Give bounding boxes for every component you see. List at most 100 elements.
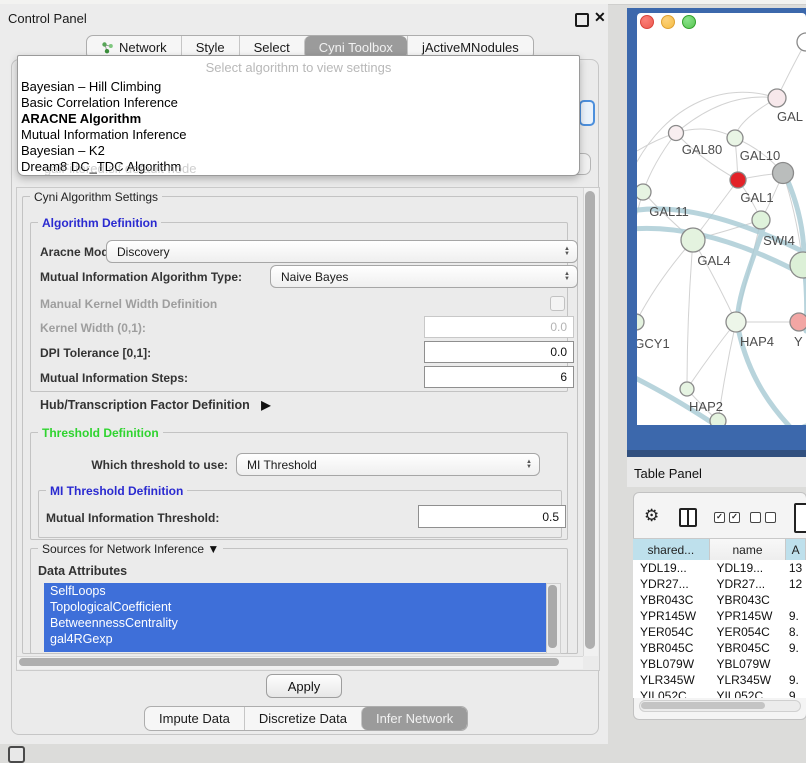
table-mode-icon[interactable]	[794, 503, 806, 533]
node-label-y: Y	[794, 334, 803, 349]
algorithm-option-bayesian-hill-climbing[interactable]: Bayesian – Hill Climbing	[21, 79, 161, 95]
algorithm-dropdown-list: Select algorithm to view settings Bayesi…	[17, 55, 580, 176]
network-node[interactable]	[790, 252, 806, 278]
algorithm-option-mutual-information-inference[interactable]: Mutual Information Inference	[21, 127, 186, 143]
network-node-gcy1[interactable]	[637, 314, 644, 330]
which-threshold-select[interactable]: MI Threshold ▲▼	[236, 453, 540, 476]
table-cell: 9.	[786, 688, 806, 698]
table-cell: YBR043C	[709, 592, 785, 608]
network-node-hap4[interactable]	[726, 312, 746, 332]
algorithm-option-bayesian-k2[interactable]: Bayesian – K2	[21, 143, 105, 159]
node-label-gal1: GAL1	[740, 190, 773, 205]
table-cell: YER054C	[709, 624, 785, 640]
table-cell: YIL052C	[709, 688, 785, 698]
settings-vertical-scrollbar-thumb[interactable]	[585, 191, 595, 649]
gear-icon[interactable]: ⚙	[644, 506, 659, 526]
table-row[interactable]: YPR145WYPR145W9.	[633, 608, 806, 624]
column-header-a[interactable]: A	[786, 538, 806, 560]
mi-threshold-field[interactable]: 0.5	[418, 505, 566, 528]
table-row[interactable]: YDL19...YDL19...13	[633, 560, 806, 576]
tab-infer-network[interactable]: Infer Network	[361, 707, 467, 730]
settings-horizontal-scrollbar-thumb[interactable]	[19, 658, 559, 666]
expand-right-icon[interactable]: ▶	[261, 398, 270, 412]
attribute-item-gal4rgexp[interactable]: gal4RGexp	[44, 631, 546, 647]
mi-algorithm-type-label: Mutual Information Algorithm Type:	[40, 270, 242, 284]
network-node-gal[interactable]	[768, 89, 786, 107]
float-panel-icon[interactable]	[575, 13, 589, 27]
attributes-list-scrollbar-thumb[interactable]	[548, 585, 557, 648]
close-traffic-light[interactable]	[640, 15, 654, 29]
tab-discretize-data[interactable]: Discretize Data	[244, 707, 361, 730]
attribute-item-selfloops[interactable]: SelfLoops	[44, 583, 546, 599]
apply-button[interactable]: Apply	[266, 674, 342, 698]
algorithm-option-aracne-algorithm[interactable]: ARACNE Algorithm	[21, 111, 141, 127]
network-node-hap2[interactable]	[680, 382, 694, 396]
node-label-gal: GAL	[777, 109, 803, 124]
table-row[interactable]: YDR27...YDR27...12	[633, 576, 806, 592]
dock-panel-icon[interactable]	[8, 746, 25, 763]
which-threshold-label: Which threshold to use:	[84, 458, 228, 472]
node-label-gcy1: GCY1	[637, 336, 670, 351]
network-canvas[interactable]: GALGAL80GAL10GAL1GAL11SWI4GAL4GCY1HAP4YH…	[637, 31, 806, 425]
manual-kernel-width-checkbox[interactable]	[550, 296, 565, 311]
network-node[interactable]	[710, 413, 726, 425]
show-columns-icon[interactable]: ✓✓	[714, 512, 740, 523]
column-header-shared[interactable]: shared...	[633, 538, 710, 560]
column-header-name[interactable]: name	[710, 538, 787, 560]
node-label-swi4: SWI4	[763, 233, 795, 248]
network-node[interactable]	[797, 33, 806, 51]
table-cell: YBL079W	[633, 656, 709, 672]
table-row[interactable]: YBL079WYBL079W	[633, 656, 806, 672]
mi-steps-field[interactable]: 6	[424, 366, 574, 388]
kernel-width-label: Kernel Width (0,1):	[40, 321, 146, 335]
hide-columns-icon[interactable]	[750, 512, 776, 523]
table-row[interactable]: YER054CYER054C8.	[633, 624, 806, 640]
table-cell: YBR045C	[633, 640, 709, 656]
table-cell: 13	[786, 560, 806, 576]
table-horizontal-scrollbar-thumb[interactable]	[641, 702, 765, 709]
aracne-mode-value: Discovery	[117, 245, 170, 259]
attribute-item-betweennesscentrality[interactable]: BetweennessCentrality	[44, 615, 546, 631]
tab-impute-data[interactable]: Impute Data	[145, 707, 244, 730]
dpi-tolerance-field[interactable]: 0.0	[424, 341, 574, 363]
attribute-item-topologicalcoefficient[interactable]: TopologicalCoefficient	[44, 599, 546, 615]
hub-definition-label: Hub/Transcription Factor Definition	[40, 398, 250, 412]
network-node-gal1[interactable]	[730, 172, 746, 188]
network-node[interactable]	[773, 163, 794, 184]
table-row[interactable]: YBR043CYBR043C	[633, 592, 806, 608]
aracne-mode-select[interactable]: Discovery ▲▼	[106, 240, 578, 263]
close-icon[interactable]: ✕	[594, 9, 606, 26]
minimize-traffic-light[interactable]	[661, 15, 675, 29]
table-row[interactable]: YBR045CYBR045C9.	[633, 640, 806, 656]
network-node-y[interactable]	[790, 313, 806, 331]
data-attributes-list[interactable]: SelfLoopsTopologicalCoefficientBetweenne…	[44, 583, 546, 652]
data-attributes-label: Data Attributes	[38, 564, 127, 578]
table-row[interactable]: YLR345WYLR345W9.	[633, 672, 806, 688]
network-node-swi4[interactable]	[752, 211, 770, 229]
network-node-gal4[interactable]	[681, 228, 705, 252]
table-panel-title: Table Panel	[634, 466, 702, 481]
table-cell: YDL19...	[709, 560, 785, 576]
mi-algorithm-type-value: Naive Bayes	[281, 270, 348, 284]
columns-icon[interactable]	[679, 508, 697, 527]
node-label-hap4: HAP4	[740, 334, 774, 349]
mi-algorithm-type-select[interactable]: Naive Bayes ▲▼	[270, 265, 578, 288]
algorithm-option-basic-correlation-inference[interactable]: Basic Correlation Inference	[21, 95, 178, 111]
network-node-gal80[interactable]	[669, 126, 684, 141]
algorithm-definition-title: Algorithm Definition	[38, 216, 161, 230]
table-cell: YLR345W	[633, 672, 709, 688]
table-cell	[786, 656, 806, 672]
mi-threshold-definition-title: MI Threshold Definition	[46, 484, 187, 498]
hub-definition-toggle[interactable]: Hub/Transcription Factor Definition ▶	[40, 398, 270, 412]
network-node-gal10[interactable]	[727, 130, 743, 146]
kernel-width-field[interactable]: 0.0	[424, 316, 574, 338]
spinner-arrows-icon: ▲▼	[564, 247, 570, 257]
table-cell: YDR27...	[633, 576, 709, 592]
table-cell: 9.	[786, 608, 806, 624]
table-row[interactable]: YIL052CYIL052C9.	[633, 688, 806, 698]
collapse-down-icon[interactable]: ▼	[207, 542, 219, 556]
zoom-traffic-light[interactable]	[682, 15, 696, 29]
table-cell: 8.	[786, 624, 806, 640]
node-label-gal11: GAL11	[649, 204, 689, 219]
network-node-gal11[interactable]	[637, 184, 651, 200]
